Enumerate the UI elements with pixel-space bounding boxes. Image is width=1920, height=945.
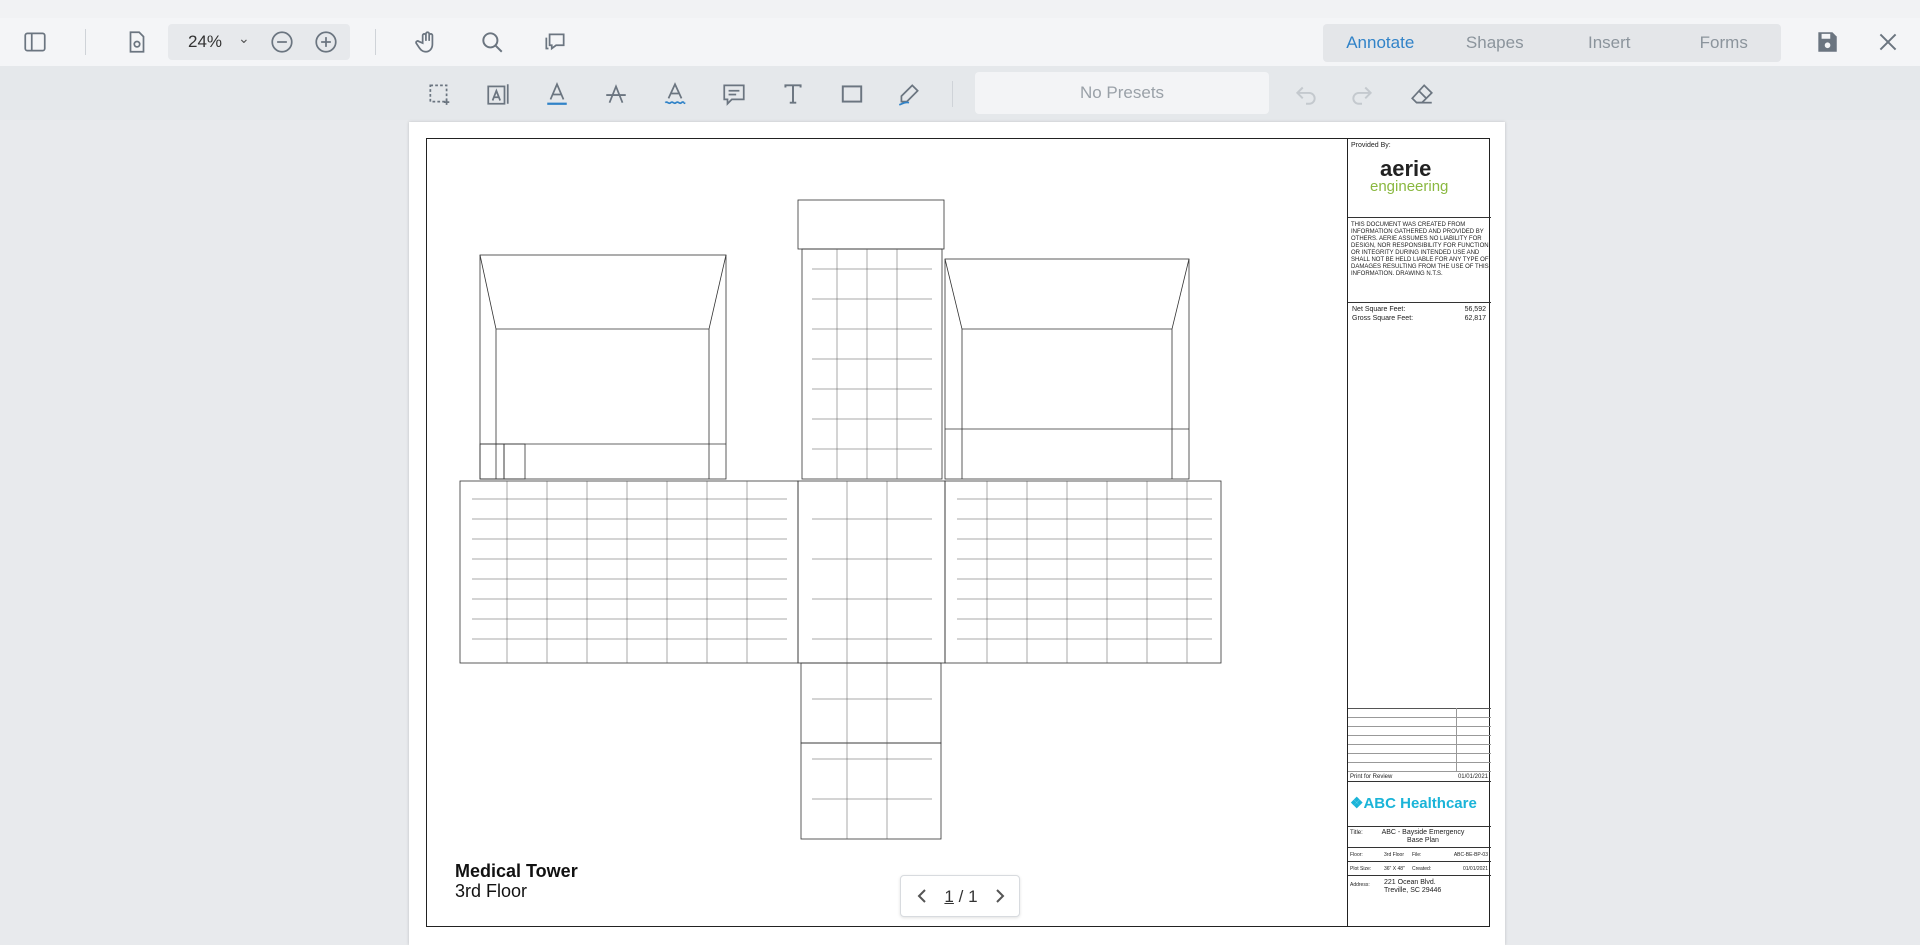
chevron-right-icon[interactable]: [987, 884, 1011, 908]
gross-sf-label: Gross Square Feet:: [1352, 315, 1414, 322]
drawing-title: Medical Tower: [455, 861, 578, 881]
file-value: ABC-BE-BP-03: [1453, 852, 1488, 858]
toolbar-divider: [375, 29, 376, 55]
free-text-icon[interactable]: [777, 78, 809, 110]
chevron-left-icon[interactable]: [911, 884, 935, 908]
presets-dropdown[interactable]: No Presets: [975, 72, 1269, 114]
tab-forms[interactable]: Forms: [1667, 24, 1782, 62]
page-navigator: 1 / 1: [900, 875, 1020, 917]
zoom-in-icon[interactable]: [308, 24, 344, 60]
plot-value: 36" X 48": [1384, 866, 1405, 872]
tab-annotate[interactable]: Annotate: [1323, 24, 1438, 62]
net-sf-value: 56,592: [1464, 306, 1486, 313]
toolbar-divider: [85, 29, 86, 55]
page-indicator[interactable]: 1 / 1: [935, 887, 987, 907]
revision-table: [1348, 708, 1491, 772]
net-sf-label: Net Square Feet:: [1352, 306, 1406, 313]
title-value: ABC - Bayside Emergency Base Plan: [1381, 829, 1465, 844]
strikeout-icon[interactable]: [600, 78, 632, 110]
logo-bottom-text: engineering: [1370, 178, 1449, 195]
pan-hand-icon[interactable]: [409, 24, 445, 60]
rectangle-icon[interactable]: [836, 78, 868, 110]
drawing-subtitle: 3rd Floor: [455, 881, 528, 901]
chevron-down-icon[interactable]: ⌄: [238, 30, 250, 47]
gross-sf-value: 62,817: [1464, 315, 1486, 322]
disclaimer-text: THIS DOCUMENT WAS CREATED FROM INFORMATI…: [1351, 222, 1489, 277]
tab-insert[interactable]: Insert: [1552, 24, 1667, 62]
divider: [1348, 847, 1491, 848]
client-logo: ❖ABC Healthcare: [1350, 795, 1477, 812]
divider: [1348, 217, 1491, 218]
floor-label: Floor:: [1350, 852, 1363, 858]
zoom-value[interactable]: 24%: [188, 32, 222, 52]
page-settings-icon[interactable]: [119, 24, 155, 60]
floor-plan-drawing: [459, 199, 1222, 840]
note-icon[interactable]: [718, 78, 750, 110]
review-date: 01/01/2021: [1457, 774, 1488, 780]
divider: [1456, 708, 1457, 772]
toolbar-divider: [952, 81, 953, 107]
address-value: 221 Ocean Blvd. Treville, SC 29446: [1384, 879, 1442, 894]
review-label: Print for Review: [1350, 774, 1393, 780]
search-icon[interactable]: [474, 24, 510, 60]
address-label: Address:: [1350, 882, 1370, 888]
freehand-pen-icon[interactable]: [893, 78, 925, 110]
eraser-icon[interactable]: [1406, 78, 1438, 110]
created-label: Created:: [1412, 866, 1432, 872]
save-icon[interactable]: [1809, 24, 1845, 60]
squiggly-icon[interactable]: [659, 78, 691, 110]
plot-label: Plot Size:: [1350, 866, 1372, 872]
divider: [1348, 302, 1491, 303]
divider: [1348, 826, 1491, 827]
annotation-toolbar: [0, 66, 1920, 120]
underline-icon[interactable]: [541, 78, 573, 110]
created-value: 01/01/2021: [1462, 866, 1488, 872]
text-select-icon[interactable]: [482, 78, 514, 110]
file-label: File:: [1412, 852, 1422, 858]
client-logo-icon: ❖: [1350, 795, 1364, 812]
title-label: Title:: [1350, 830, 1363, 836]
undo-icon[interactable]: [1290, 78, 1322, 110]
divider: [1348, 875, 1491, 876]
close-icon[interactable]: [1870, 24, 1906, 60]
divider: [1348, 781, 1491, 782]
area-select-icon[interactable]: [423, 78, 455, 110]
redo-icon[interactable]: [1346, 78, 1378, 110]
divider: [1348, 861, 1491, 862]
zoom-out-icon[interactable]: [264, 24, 300, 60]
top-strip: [0, 0, 1920, 18]
tab-shapes[interactable]: Shapes: [1438, 24, 1553, 62]
provided-by-label: Provided By:: [1351, 142, 1391, 149]
title-block: Provided By: aerie engineering THIS DOCU…: [1347, 138, 1491, 927]
comments-icon[interactable]: [537, 24, 573, 60]
floor-value: 3rd Floor: [1384, 852, 1405, 858]
zoom-control: 24% ⌄: [168, 24, 350, 60]
sidebar-toggle-icon[interactable]: [17, 24, 53, 60]
ribbon-tabs: Annotate Shapes Insert Forms: [1323, 24, 1781, 62]
